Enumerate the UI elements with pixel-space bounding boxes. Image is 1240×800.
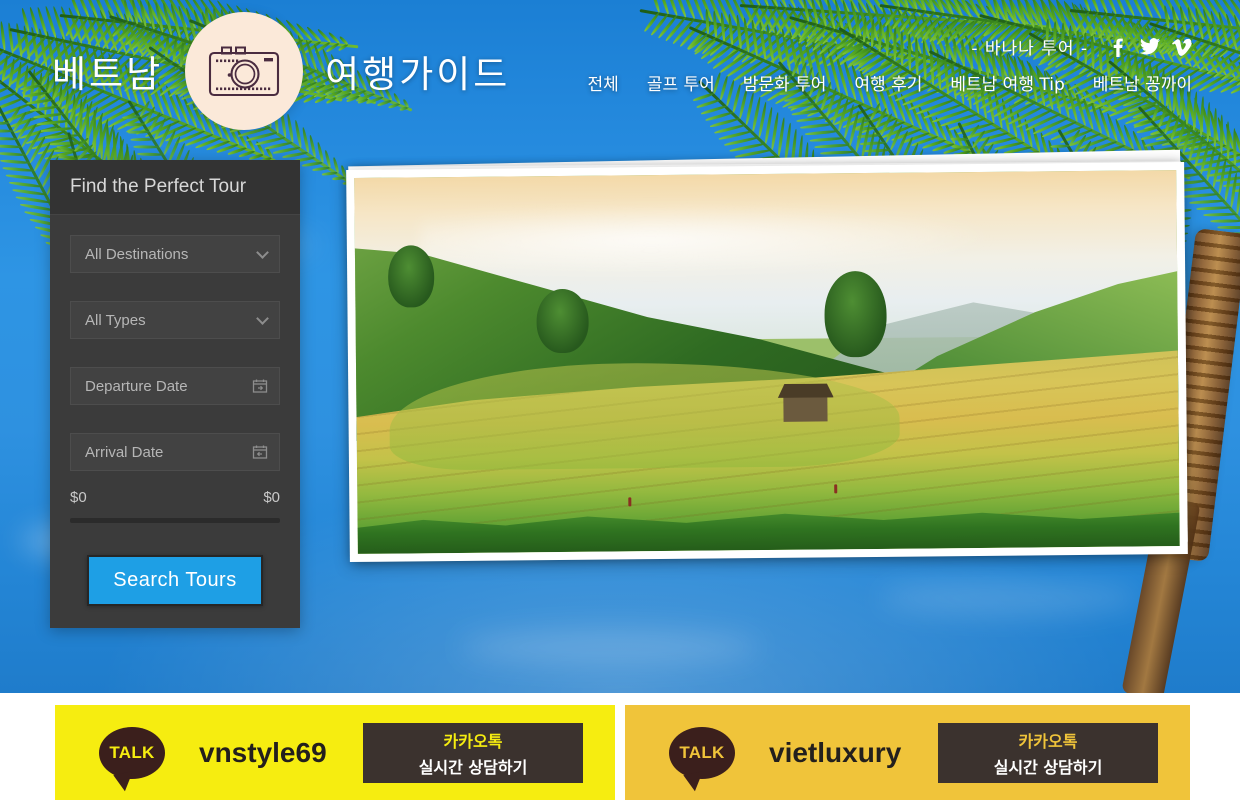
price-range-slider[interactable] [70,518,280,523]
nav-item-travel-tips[interactable]: 베트남 여행 Tip [936,70,1078,95]
main-navigation: 전체 골프 투어 밤문화 투어 여행 후기 베트남 여행 Tip 베트남 꽁까이 [574,70,1192,95]
panel-body: All Destinations All Types Departure Dat… [50,215,300,606]
cloud-decoration [880,580,1140,616]
photo-hut [783,395,829,423]
type-select[interactable]: All Types [70,301,280,339]
kakaotalk-icon-label: TALK [679,742,725,762]
site-header: 베트남 여행가이드 - 바나나 투어 - 전체 골프 투어 밤문화 투어 여행 … [0,0,1240,130]
hero-photo-image [354,170,1180,554]
photo-person [833,483,838,493]
calendar-icon [252,378,268,399]
nav-item-travel-reviews[interactable]: 여행 후기 [840,70,936,95]
arrival-date-input[interactable]: Arrival Date [70,433,280,471]
kakao-banner-area: TALK vnstyle69 카카오톡 실시간 상담하기 TALK vietlu… [0,693,1240,800]
destination-select-label: All Destinations [85,245,189,263]
kakao-id-label: vnstyle69 [199,736,327,768]
kakao-button-line1: 카카오톡 [1018,731,1078,751]
nav-item-vietnam-congai[interactable]: 베트남 꽁까이 [1079,70,1192,95]
camera-icon [185,12,304,130]
kakao-button-line2: 실시간 상담하기 [993,757,1103,777]
photo-tree [387,244,435,308]
nav-item-all[interactable]: 전체 [574,70,633,95]
tour-search-panel: Find the Perfect Tour All Destinations A… [50,160,300,628]
departure-date-input[interactable]: Departure Date [70,367,280,405]
calendar-icon [252,444,268,465]
facebook-icon[interactable] [1108,36,1128,58]
kakao-consult-button[interactable]: 카카오톡 실시간 상담하기 [938,722,1158,783]
chevron-down-icon [256,246,269,259]
site-logo[interactable]: 베트남 여행가이드 [52,12,510,130]
departure-date-placeholder: Departure Date [85,377,188,395]
page-title: Find the Perfect Tour [70,176,247,197]
kakaotalk-icon-label: TALK [109,742,155,762]
cloud-decoration [460,630,760,664]
brand-name-left: 베트남 [52,53,164,96]
photo-tree [823,270,887,358]
price-range-labels: $0 $0 [70,489,280,506]
arrival-date-placeholder: Arrival Date [85,443,164,461]
type-select-label: All Types [85,311,146,329]
panel-header: Find the Perfect Tour [50,160,300,215]
price-min-value: $0 [70,489,87,506]
brand-name-right: 여행가이드 [325,53,511,96]
price-max-value: $0 [263,489,280,506]
twitter-icon[interactable] [1140,36,1160,58]
hero-photo-frame[interactable] [346,161,1188,563]
photo-tree [536,288,589,354]
kakaotalk-icon: TALK [99,726,165,779]
photo-person [628,497,632,507]
kakao-banner-vnstyle69[interactable]: TALK vnstyle69 카카오톡 실시간 상담하기 [55,705,615,800]
kakao-id-label: vietluxury [769,736,902,768]
kakao-banner-vietluxury[interactable]: TALK vietluxury 카카오톡 실시간 상담하기 [625,705,1190,800]
search-tours-button[interactable]: Search Tours [87,555,263,606]
kakao-consult-button[interactable]: 카카오톡 실시간 상담하기 [363,722,583,783]
destination-select[interactable]: All Destinations [70,235,280,273]
header-top-right: - 바나나 투어 - [971,34,1192,59]
hero-section: Find the Perfect Tour All Destinations A… [0,0,1240,693]
nav-item-nightlife-tour[interactable]: 밤문화 투어 [729,70,841,95]
nav-item-golf-tour[interactable]: 골프 투어 [633,70,729,95]
search-button-container: Search Tours [70,555,280,606]
kakao-button-line1: 카카오톡 [443,731,503,751]
vimeo-icon[interactable] [1172,36,1192,58]
kakao-button-line2: 실시간 상담하기 [418,757,528,777]
kakaotalk-icon: TALK [669,726,735,779]
partner-label: - 바나나 투어 - [971,39,1088,59]
chevron-down-icon [256,312,269,325]
hero-photo-stack[interactable] [346,149,1188,563]
